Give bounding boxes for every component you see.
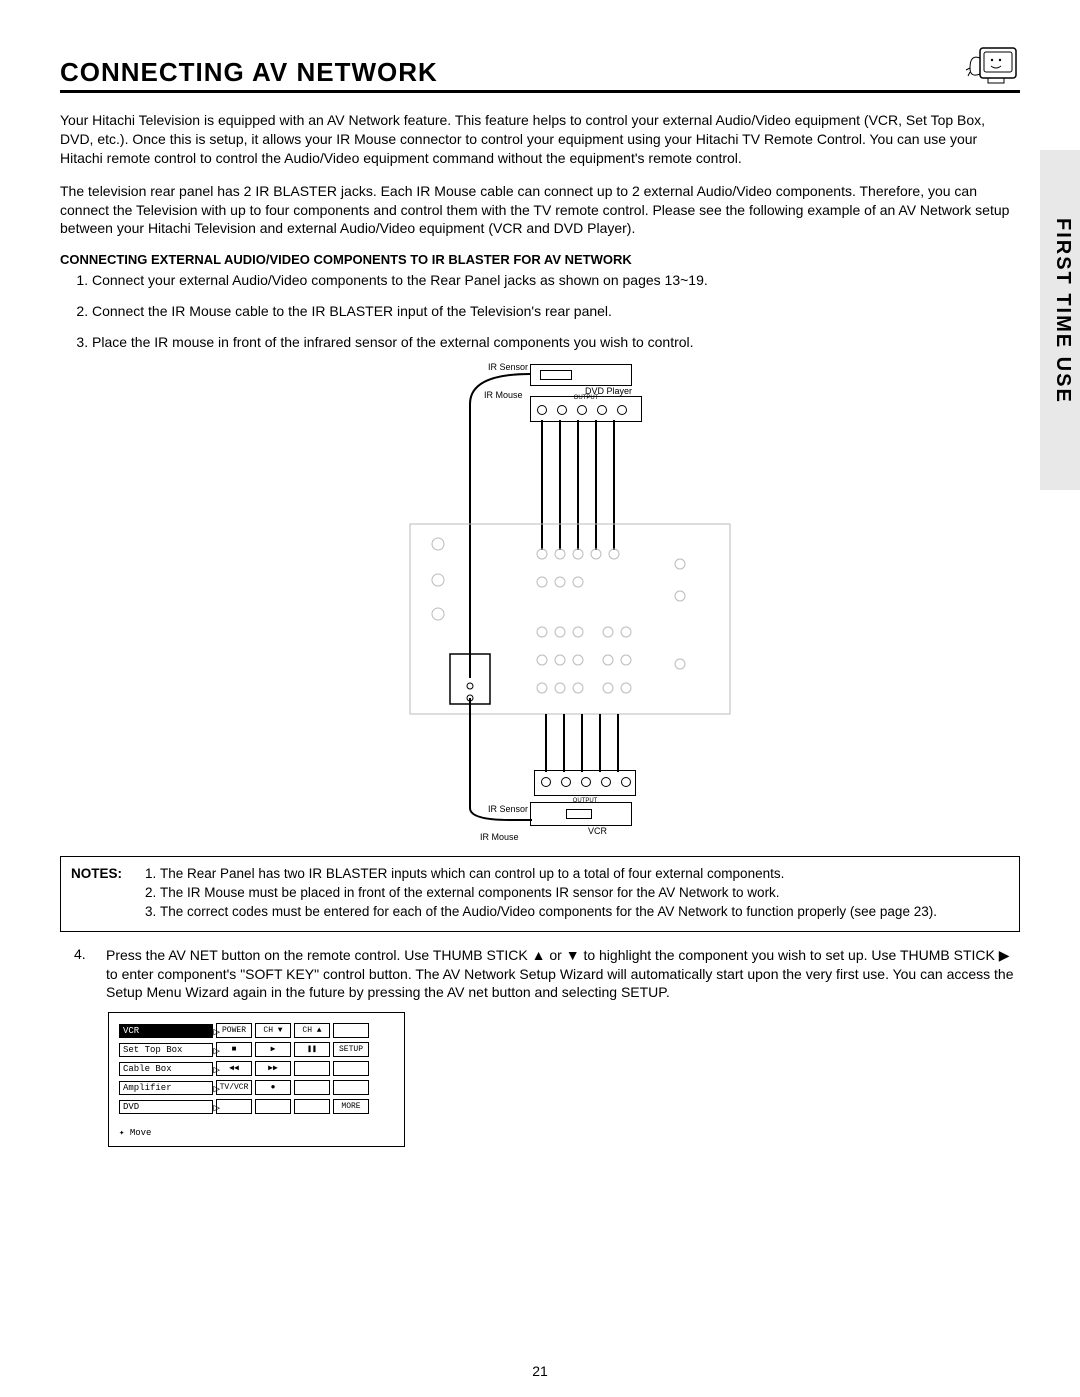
osd-softkey: TV/VCR	[216, 1080, 252, 1095]
osd-softkey: SETUP	[333, 1042, 369, 1057]
subheading: CONNECTING EXTERNAL AUDIO/VIDEO COMPONEN…	[60, 252, 1020, 267]
osd-row: Set Top Box▷■▶❚❚SETUP	[119, 1042, 394, 1057]
osd-softkey: ■	[216, 1042, 252, 1057]
header-row: CONNECTING AV NETWORK	[60, 40, 1020, 93]
osd-softkey: ▶▶	[255, 1061, 291, 1076]
osd-component-name: DVD▷	[119, 1100, 213, 1114]
intro-paragraph-1: Your Hitachi Television is equipped with…	[60, 111, 1020, 168]
osd-softkey	[333, 1061, 369, 1076]
osd-softkey: CH ▼	[255, 1023, 291, 1038]
osd-move-hint: ✦ Move	[119, 1128, 394, 1138]
notes-title: NOTES:	[71, 865, 122, 923]
intro-paragraph-2: The television rear panel has 2 IR BLAST…	[60, 182, 1020, 239]
osd-softkey	[333, 1023, 369, 1038]
steps-list: Connect your external Audio/Video compon…	[60, 271, 1020, 352]
step-4-text: Press the AV NET button on the remote co…	[106, 946, 1020, 1003]
page-title: CONNECTING AV NETWORK	[60, 57, 438, 88]
step-3: Place the IR mouse in front of the infra…	[92, 333, 1020, 352]
osd-row: Amplifier▷TV/VCR●	[119, 1080, 394, 1095]
osd-softkey: CH ▲	[294, 1023, 330, 1038]
osd-softkey	[294, 1061, 330, 1076]
osd-softkey	[333, 1080, 369, 1095]
notes-box: NOTES: The Rear Panel has two IR BLASTER…	[60, 856, 1020, 932]
page-number: 21	[0, 1363, 1080, 1379]
vcr-label: VCR	[588, 826, 607, 836]
note-1: The Rear Panel has two IR BLASTER inputs…	[160, 865, 937, 883]
osd-softkey	[216, 1099, 252, 1114]
osd-component-name: Set Top Box▷	[119, 1043, 213, 1057]
osd-softkey	[294, 1099, 330, 1114]
osd-softkey	[255, 1099, 291, 1114]
step-4-number: 4.	[60, 946, 106, 1003]
osd-softkey: POWER	[216, 1023, 252, 1038]
osd-component-name: VCR▷	[119, 1024, 213, 1038]
ir-sensor-label-bot: IR Sensor	[488, 804, 528, 814]
note-3: The correct codes must be entered for ea…	[160, 903, 937, 921]
step-4-row: 4. Press the AV NET button on the remote…	[60, 946, 1020, 1003]
osd-component-name: Amplifier▷	[119, 1081, 213, 1095]
chevron-right-icon: ▷	[213, 1101, 220, 1115]
step-1: Connect your external Audio/Video compon…	[92, 271, 1020, 290]
osd-softkey: ❚❚	[294, 1042, 330, 1057]
note-2: The IR Mouse must be placed in front of …	[160, 884, 937, 902]
chevron-right-icon: ▷	[213, 1082, 220, 1096]
tv-mascot-icon	[964, 40, 1020, 88]
connection-diagram: DVD Player IR Sensor IR Mouse OUTPUT	[330, 364, 750, 844]
notes-list: The Rear Panel has two IR BLASTER inputs…	[142, 865, 937, 923]
osd-row: VCR▷POWERCH ▼CH ▲	[119, 1023, 394, 1038]
osd-row: Cable Box▷◀◀▶▶	[119, 1061, 394, 1076]
chevron-right-icon: ▷	[213, 1025, 220, 1039]
osd-menu: VCR▷POWERCH ▼CH ▲ Set Top Box▷■▶❚❚SETUP Ca…	[108, 1012, 405, 1147]
chevron-right-icon: ▷	[213, 1044, 220, 1058]
osd-softkey: ●	[255, 1080, 291, 1095]
osd-softkey	[294, 1080, 330, 1095]
osd-softkey: ◀◀	[216, 1061, 252, 1076]
osd-softkey: ▶	[255, 1042, 291, 1057]
step-2: Connect the IR Mouse cable to the IR BLA…	[92, 302, 1020, 321]
ir-mouse-label-bot: IR Mouse	[480, 832, 519, 842]
chevron-right-icon: ▷	[213, 1063, 220, 1077]
osd-component-name: Cable Box▷	[119, 1062, 213, 1076]
osd-row: DVD▷ MORE	[119, 1099, 394, 1114]
osd-softkey: MORE	[333, 1099, 369, 1114]
page: CONNECTING AV NETWORK Your Hitachi Telev…	[0, 0, 1080, 1167]
